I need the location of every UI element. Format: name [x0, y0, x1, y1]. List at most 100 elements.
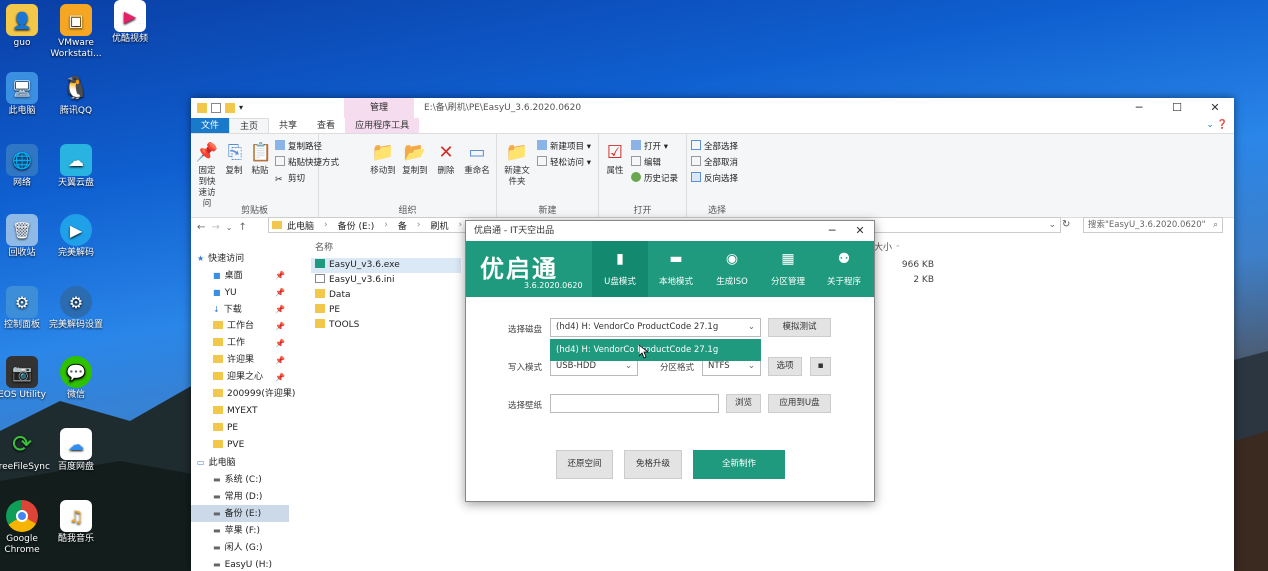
- desktop-icon-kuwo[interactable]: ♫ 酷我音乐: [48, 500, 104, 545]
- breadcrumb-shuaji[interactable]: 刷机: [430, 219, 448, 232]
- new-create-button[interactable]: 全新制作: [693, 450, 785, 479]
- desktop-icon-baidu[interactable]: ☁ 百度网盘: [48, 428, 104, 473]
- tab-share[interactable]: 共享: [269, 118, 307, 133]
- desktop-icon-player[interactable]: ▶ 完美解码: [48, 214, 104, 259]
- app-version: 3.6.2020.0620: [524, 281, 583, 290]
- forward-arrow-icon[interactable]: →: [211, 222, 219, 233]
- nav-item[interactable]: ★ 快速访问: [191, 250, 289, 267]
- desktop-icon-eos[interactable]: 📷 EOS Utility: [0, 356, 50, 401]
- nav-item[interactable]: 工作台 📌: [191, 318, 289, 335]
- wallpaper-path-input[interactable]: [550, 394, 719, 413]
- manage-tab[interactable]: 管理: [344, 98, 414, 118]
- folder-icon[interactable]: [197, 103, 207, 113]
- breadcrumb-bei[interactable]: 备: [398, 219, 407, 232]
- tab-local-mode[interactable]: ▬ 本地模式: [648, 241, 704, 297]
- tab-generate-iso[interactable]: ◉ 生成ISO: [704, 241, 760, 297]
- desktop-icon-control-panel[interactable]: ⚙ 控制面板: [0, 286, 50, 331]
- nav-item[interactable]: ▬ 苹果 (F:): [191, 522, 289, 539]
- breadcrumb-drive-e[interactable]: 备份 (E:): [338, 219, 375, 232]
- options-button[interactable]: 选项: [768, 357, 802, 376]
- help-icon[interactable]: ⌄ ❓: [1206, 120, 1228, 130]
- desktop-icon-wechat[interactable]: 💬 微信: [48, 356, 104, 401]
- star-icon: ★: [197, 254, 205, 263]
- folder-icon: [213, 406, 223, 414]
- tab-app-tools[interactable]: 应用程序工具: [345, 118, 420, 133]
- edit-button[interactable]: 编辑: [631, 156, 678, 170]
- desktop-icon-guo[interactable]: 👤 guo: [0, 4, 50, 49]
- dialog-minimize-button[interactable]: ─: [818, 221, 846, 241]
- search-input[interactable]: 搜索"EasyU_3.6.2020.0620" ⌕: [1083, 217, 1223, 233]
- tab-file[interactable]: 文件: [191, 118, 230, 133]
- easy-access-button[interactable]: 轻松访问 ▾: [537, 156, 591, 170]
- column-header-size[interactable]: 大小 ⌃: [874, 238, 934, 258]
- nav-item[interactable]: 工作 📌: [191, 335, 289, 352]
- tab-partition-manager[interactable]: ▦ 分区管理: [760, 241, 816, 297]
- breadcrumb-this-pc[interactable]: 此电脑: [287, 219, 314, 232]
- column-header-name[interactable]: 名称: [311, 238, 461, 258]
- desktop-icon-vmware[interactable]: ▣ VMware Workstati...: [48, 4, 104, 60]
- nav-item[interactable]: MYEXT: [191, 403, 289, 420]
- extra-settings-button[interactable]: ▪: [810, 357, 831, 376]
- properties-icon[interactable]: [211, 103, 221, 113]
- file-row[interactable]: EasyU_v3.6.ini: [311, 273, 461, 288]
- nav-item[interactable]: ▭ 此电脑: [191, 454, 289, 471]
- baidu-cloud-icon: ☁: [60, 428, 92, 460]
- new-item-button[interactable]: 新建项目 ▾: [537, 140, 591, 154]
- refresh-icon[interactable]: ↻: [1062, 219, 1070, 230]
- browse-button[interactable]: 浏览: [726, 394, 761, 413]
- new-folder-icon[interactable]: [225, 103, 235, 113]
- nav-item[interactable]: 迎果之心 📌: [191, 369, 289, 386]
- file-row[interactable]: PE: [311, 303, 461, 318]
- desktop-icon-computer[interactable]: 🖥 此电脑: [0, 72, 50, 117]
- dialog-close-button[interactable]: ✕: [846, 221, 874, 241]
- nav-item[interactable]: PE: [191, 420, 289, 437]
- nav-item[interactable]: ↓ 下载 📌: [191, 301, 289, 318]
- desktop-icon-recycle[interactable]: 🗑 回收站: [0, 214, 50, 259]
- file-row[interactable]: EasyU_v3.6.exe: [311, 258, 461, 273]
- desktop-icon-player-settings[interactable]: ⚙ 完美解码设置: [48, 286, 104, 331]
- nav-item[interactable]: 200999(许迎果): [191, 386, 295, 403]
- desktop-icon-youku[interactable]: ▶ 优酷视频: [102, 0, 158, 45]
- nav-item[interactable]: ▬ 系统 (C:): [191, 471, 289, 488]
- chevron-down-icon[interactable]: ⌄: [1048, 220, 1056, 230]
- back-arrow-icon[interactable]: ←: [197, 222, 205, 233]
- select-all-button[interactable]: 全部选择: [691, 140, 738, 154]
- nav-item[interactable]: ▬ 备份 (E:): [191, 505, 289, 522]
- file-row[interactable]: Data: [311, 288, 461, 303]
- gear-icon: ⚙: [60, 286, 92, 318]
- nav-item[interactable]: ■ 桌面 📌: [191, 267, 289, 284]
- select-none-button[interactable]: 全部取消: [691, 156, 738, 170]
- tab-about[interactable]: ⚉ 关于程序: [816, 241, 872, 297]
- desktop-icon-chrome[interactable]: Google Chrome: [0, 500, 50, 556]
- cloud-icon: ☁: [60, 144, 92, 176]
- maximize-button[interactable]: ☐: [1158, 98, 1196, 118]
- up-arrow-icon[interactable]: ↑: [238, 222, 246, 233]
- format-free-upgrade-button[interactable]: 免格升级: [624, 450, 682, 479]
- close-button[interactable]: ✕: [1196, 98, 1234, 118]
- file-row[interactable]: TOOLS: [311, 318, 461, 333]
- nav-item[interactable]: ▬ EasyU (H:): [191, 556, 289, 571]
- tab-view[interactable]: 查看: [307, 118, 345, 133]
- invert-selection-button[interactable]: 反向选择: [691, 172, 738, 186]
- restore-space-button[interactable]: 还原空间: [556, 450, 613, 479]
- apply-to-usb-button[interactable]: 应用到U盘: [768, 394, 831, 413]
- tab-home[interactable]: 主页: [229, 118, 270, 133]
- simulate-test-button[interactable]: 模拟测试: [768, 318, 831, 337]
- nav-item[interactable]: 许迎果 📌: [191, 352, 289, 369]
- nav-item[interactable]: ▬ 闲人 (G:): [191, 539, 289, 556]
- open-button[interactable]: 打开 ▾: [631, 140, 678, 154]
- chevron-down-icon[interactable]: ▾: [239, 103, 249, 113]
- desktop-icon-freefilesync[interactable]: ⟳ FreeFileSync: [0, 428, 50, 473]
- desktop-icon-tianyi[interactable]: ☁ 天翼云盘: [48, 144, 104, 189]
- nav-item[interactable]: PVE: [191, 437, 289, 454]
- select-disk-combobox[interactable]: (hd4) H: VendorCo ProductCode 27.1g ⌄: [550, 318, 761, 337]
- nav-item[interactable]: ■ YU 📌: [191, 284, 289, 301]
- history-button[interactable]: 历史记录: [631, 172, 678, 186]
- desktop-icon-network[interactable]: 🌐 网络: [0, 144, 50, 189]
- minimize-button[interactable]: ─: [1120, 98, 1158, 118]
- disk-dropdown-option[interactable]: (hd4) H: VendorCo ProductCode 27.1g: [550, 339, 761, 361]
- nav-item[interactable]: ▬ 常用 (D:): [191, 488, 289, 505]
- tab-usb-mode[interactable]: ▮ U盘模式: [592, 241, 648, 297]
- desktop-icon-qq[interactable]: 🐧 腾讯QQ: [48, 72, 104, 117]
- chevron-down-icon[interactable]: ⌄: [226, 223, 233, 232]
